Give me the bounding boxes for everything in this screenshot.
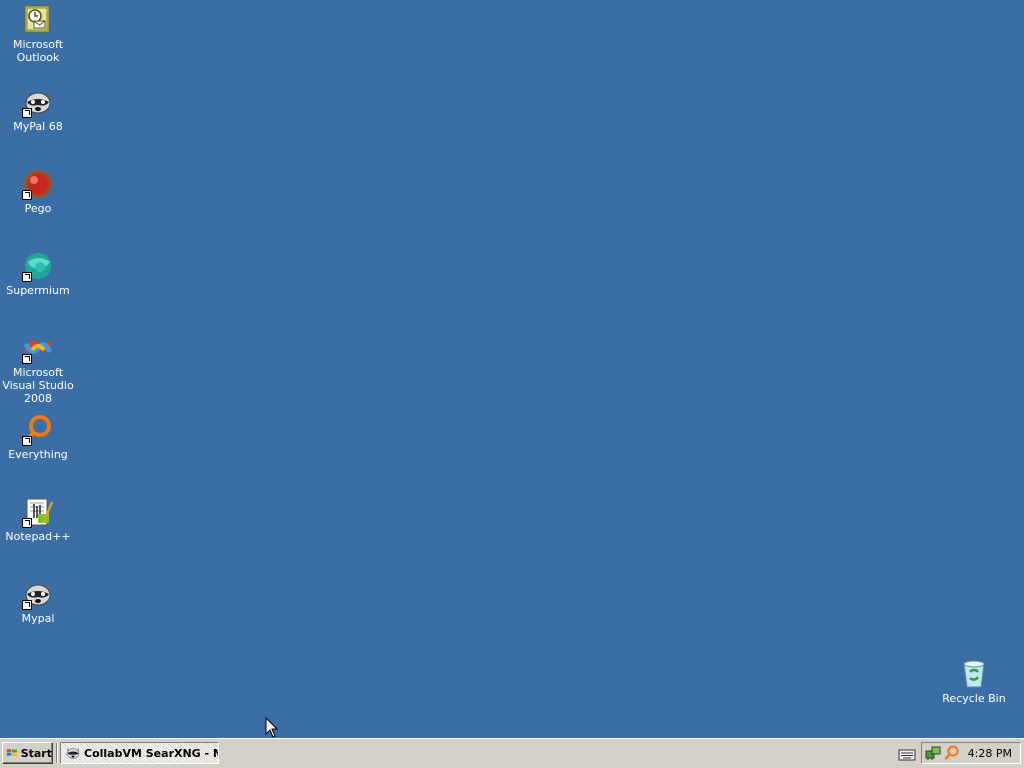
desktop-icon-pego[interactable]: Pego <box>0 168 76 215</box>
raccoon-icon <box>66 748 80 759</box>
desktop-icon-supermium[interactable]: Supermium <box>0 250 76 297</box>
visual-studio-icon <box>22 332 54 364</box>
clock[interactable]: 4:28 PM <box>968 747 1012 760</box>
teal-orb-icon <box>22 250 54 282</box>
desktop-icon-label: Mypal <box>21 612 55 625</box>
desktop-icon-notepad-plus-plus[interactable]: Notepad++ <box>0 496 76 543</box>
shortcut-arrow-icon <box>22 190 32 200</box>
desktop-icon-label: Recycle Bin <box>942 692 1006 705</box>
desktop-icon-label: Microsoft Outlook <box>12 38 64 64</box>
desktop-icon-microsoft-outlook[interactable]: Microsoft Outlook <box>0 4 76 64</box>
taskbar: Start CollabVM SearXNG - M... 4:28 PM <box>0 738 1024 768</box>
desktop-icon-label: Notepad++ <box>5 530 71 543</box>
desktop-icon-mypal-68[interactable]: MyPal 68 <box>0 86 76 133</box>
system-tray: 4:28 PM <box>921 742 1021 764</box>
desktop-icon-label: Microsoft Visual Studio 2008 <box>2 366 74 405</box>
desktop-icon-label: Pego <box>24 202 52 215</box>
keyboard-icon[interactable] <box>898 747 916 761</box>
windows-logo-icon <box>6 748 17 757</box>
desktop-icon-label: MyPal 68 <box>13 120 63 133</box>
desktop-icon-recycle-bin[interactable]: Recycle Bin <box>936 658 1012 705</box>
outlook-icon <box>22 4 54 36</box>
shortcut-arrow-icon <box>22 354 32 364</box>
red-orb-icon <box>22 168 54 200</box>
notepad-plus-plus-icon <box>22 496 54 528</box>
taskbar-button-label: CollabVM SearXNG - M... <box>84 746 218 760</box>
shortcut-arrow-icon <box>22 436 32 446</box>
desktop[interactable]: Microsoft Outlook MyPal 68 Pego Supermiu… <box>0 0 1024 738</box>
mouse-cursor-icon <box>265 717 279 738</box>
network-icon[interactable] <box>925 745 941 761</box>
raccoon-icon <box>22 578 54 610</box>
desktop-icon-label: Everything <box>8 448 68 461</box>
shortcut-arrow-icon <box>22 518 32 528</box>
shortcut-arrow-icon <box>22 272 32 282</box>
shortcut-arrow-icon <box>22 600 32 610</box>
desktop-icon-everything[interactable]: Everything <box>0 414 76 461</box>
taskbar-button-collabvm-searxng[interactable]: CollabVM SearXNG - M... <box>60 742 219 764</box>
raccoon-icon <box>22 86 54 118</box>
recycle-bin-icon <box>958 658 990 690</box>
shortcut-arrow-icon <box>22 108 32 118</box>
start-label: Start <box>20 746 52 760</box>
desktop-icon-label: Supermium <box>6 284 70 297</box>
start-button[interactable]: Start <box>2 742 53 764</box>
desktop-icon-mypal[interactable]: Mypal <box>0 578 76 625</box>
search-icon[interactable] <box>944 745 960 761</box>
desktop-icon-microsoft-visual-studio-2008[interactable]: Microsoft Visual Studio 2008 <box>0 332 76 405</box>
magnifier-icon <box>22 414 54 446</box>
taskbar-separator <box>56 743 58 763</box>
